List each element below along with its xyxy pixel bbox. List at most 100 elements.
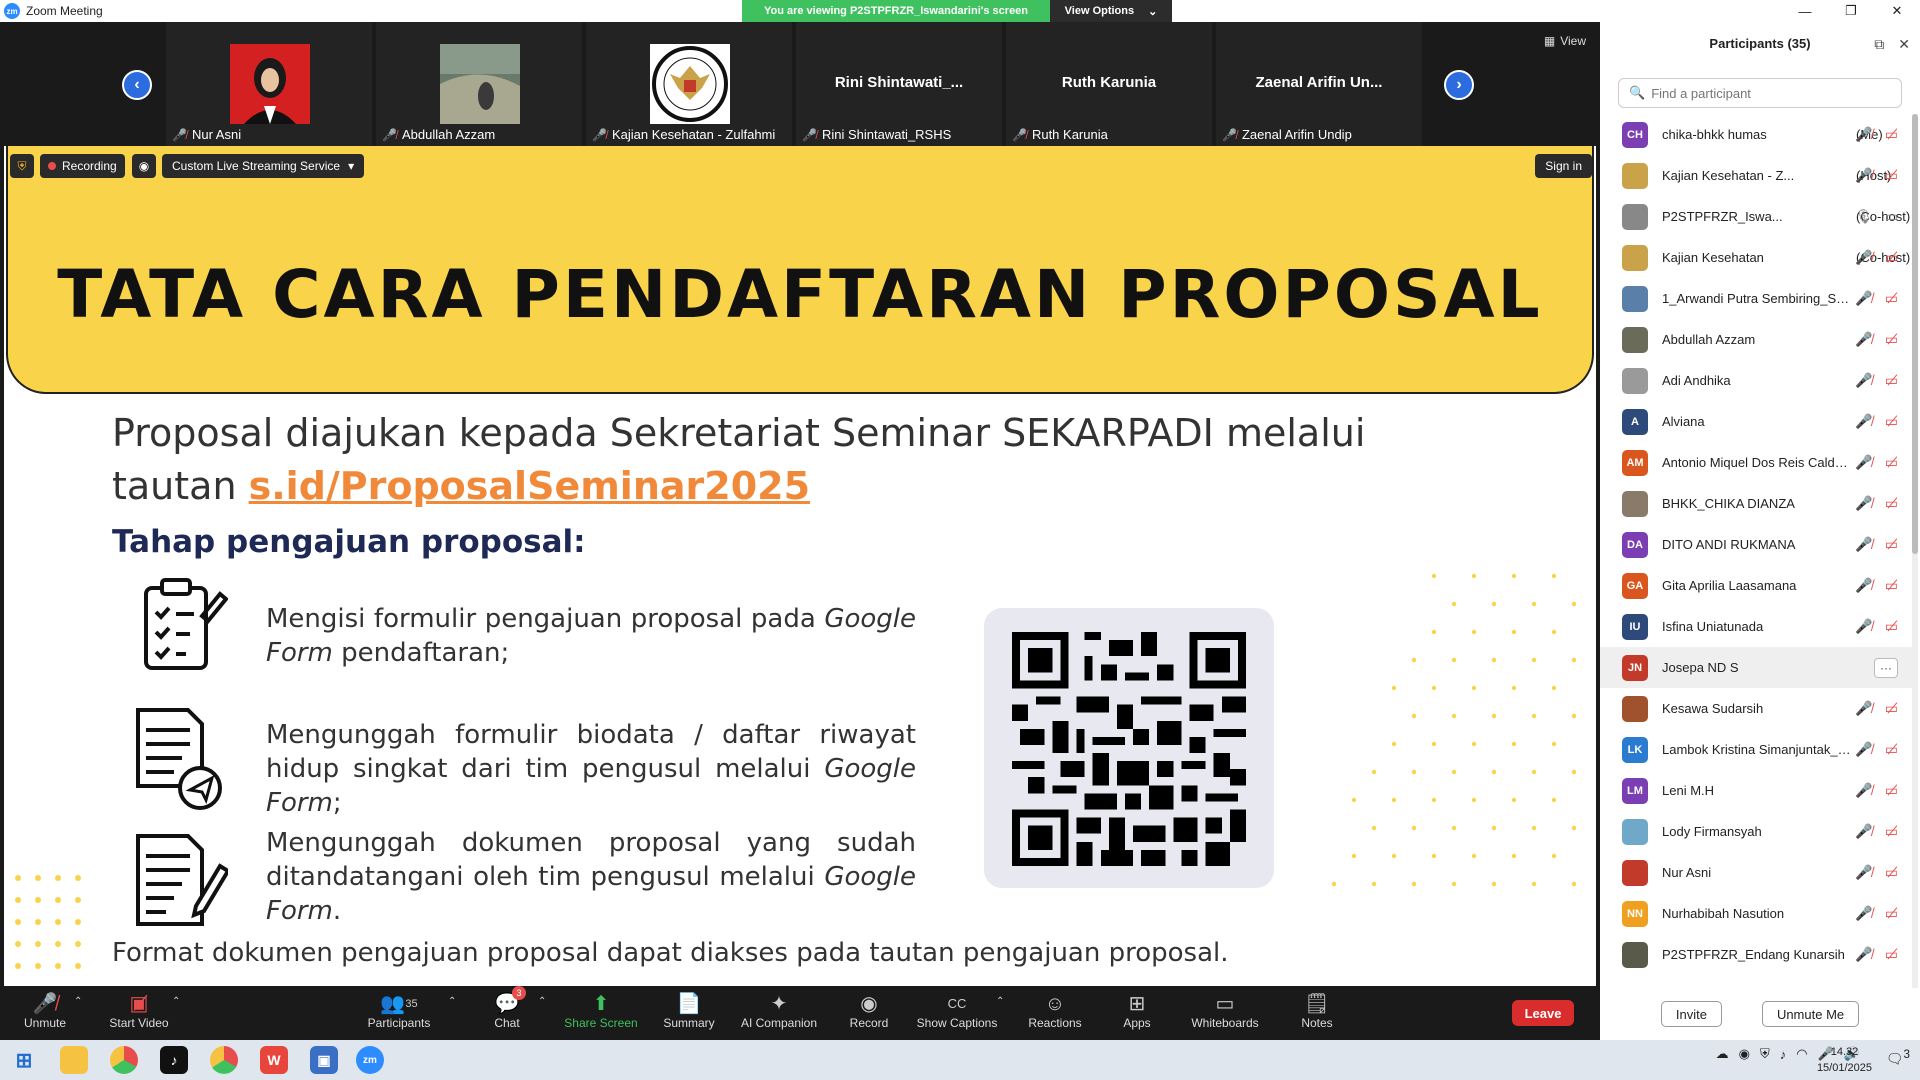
participant-row[interactable]: A Alviana 🎤̸ ▭̸ — [1600, 401, 1912, 442]
video-tile[interactable]: Rini Shintawati_... 🎤̸ Rini Shintawati_RS… — [796, 22, 1004, 146]
participant-row[interactable]: LK Lambok Kristina Simanjuntak_R... 🎤̸ ▭̸ — [1600, 729, 1912, 770]
participant-row[interactable]: BHKK_CHIKA DIANZA 🎤̸ ▭̸ — [1600, 483, 1912, 524]
chrome-profile-icon[interactable] — [210, 1046, 238, 1074]
reactions-button[interactable]: ☺ Reactions — [1012, 992, 1098, 1038]
unmute-me-button[interactable]: Unmute Me — [1761, 1001, 1860, 1027]
participant-row[interactable]: IU Isfina Uniatunada 🎤̸ ▭̸ — [1600, 606, 1912, 647]
search-input[interactable] — [1651, 85, 1892, 101]
whiteboard-icon: ▭ — [1215, 993, 1235, 1015]
security-tray-icon[interactable]: ⛨ — [1760, 1046, 1770, 1062]
participant-row[interactable]: LM Leni M.H 🎤̸ ▭̸ — [1600, 770, 1912, 811]
participant-row[interactable]: Lody Firmansyah 🎤̸ ▭̸ — [1600, 811, 1912, 852]
video-options-caret[interactable]: ⌃ — [172, 996, 180, 1007]
avatar: JN — [1622, 654, 1648, 681]
mic-muted-icon: 🎤̸ — [802, 127, 817, 142]
view-options-button[interactable]: View Options ⌄ — [1050, 0, 1172, 22]
participant-row[interactable]: Nur Asni 🎤̸ ▭̸ — [1600, 852, 1912, 893]
participant-row[interactable]: P2STPFRZR_Iswa... (Co-host) 🎙 ▭ — [1600, 196, 1912, 237]
participant-row[interactable]: P2STPFRZR_Endang Kunarsih 🎤̸ ▭̸ — [1600, 934, 1912, 975]
decorative-dot — [1451, 769, 1457, 775]
live-stream-icon[interactable]: ◉ — [132, 154, 156, 178]
audio-options-caret[interactable]: ⌃ — [74, 996, 82, 1007]
video-off-icon: ▭̸ — [1884, 331, 1898, 347]
participant-row[interactable]: Adi Andhika 🎤̸ ▭̸ — [1600, 360, 1912, 401]
strip-prev-button[interactable]: ‹ — [122, 70, 152, 100]
summary-button[interactable]: 📄 Summary — [646, 992, 732, 1038]
participants-button[interactable]: 👥35 Participants — [356, 992, 442, 1038]
video-tile[interactable]: 🎤̸ Nur Asni — [166, 22, 374, 146]
recording-indicator[interactable]: Recording — [40, 154, 125, 178]
clock[interactable]: 14.32 15/01/2025 — [1817, 1044, 1872, 1076]
security-shield-icon[interactable]: ⛨ — [10, 154, 34, 178]
video-tile[interactable]: Zaenal Arifin Un... 🎤̸ Zaenal Arifin Undi… — [1216, 22, 1424, 146]
participant-name: Lody Firmansyah — [1662, 824, 1762, 839]
panel-scrollbar[interactable] — [1912, 114, 1918, 988]
start-video-button[interactable]: ▣̸ Start Video — [96, 992, 182, 1038]
participant-row[interactable]: Kajian Kesehatan (Co-host) 🎤̸ ▭̸ — [1600, 237, 1912, 278]
leave-button[interactable]: Leave — [1512, 1000, 1574, 1026]
whiteboards-button[interactable]: ▭ Whiteboards — [1182, 992, 1268, 1038]
video-tile[interactable]: 🎤̸ Kajian Kesehatan - Zulfahmi — [586, 22, 794, 146]
video-off-icon: ▭̸ — [1884, 905, 1898, 921]
show-captions-button[interactable]: CC Show Captions — [914, 992, 1000, 1038]
proposal-link: s.id/ProposalSeminar2025 — [248, 464, 811, 508]
notes-button[interactable]: 🗒 Notes — [1274, 992, 1360, 1038]
close-icon[interactable]: ✕ — [1898, 36, 1910, 53]
share-screen-button[interactable]: ⬆ Share Screen — [558, 992, 644, 1038]
mic-muted-icon: 🎤̸ — [1855, 577, 1873, 593]
onedrive-icon[interactable]: ☁ — [1716, 1046, 1729, 1062]
participant-row[interactable]: 1_Arwandi Putra Sembiring_SH... 🎤̸ ▭̸ — [1600, 278, 1912, 319]
participant-row[interactable]: AM Antonio Miquel Dos Reis Calde... 🎤̸ ▭̸ — [1600, 442, 1912, 483]
tile-name-big: Ruth Karunia — [1061, 74, 1157, 91]
zoom-taskbar-icon[interactable]: zm — [356, 1046, 384, 1074]
more-options-button[interactable]: ··· — [1874, 657, 1898, 678]
decorative-dot — [1451, 601, 1457, 607]
apps-button[interactable]: ⊞ Apps — [1094, 992, 1180, 1038]
participant-name: P2STPFRZR_Endang Kunarsih — [1662, 947, 1845, 962]
participant-row[interactable]: Abdullah Azzam 🎤̸ ▭̸ — [1600, 319, 1912, 360]
participant-row[interactable]: Kesawa Sudarsih 🎤̸ ▭̸ — [1600, 688, 1912, 729]
captions-options-caret[interactable]: ⌃ — [996, 996, 1004, 1007]
chat-options-caret[interactable]: ⌃ — [538, 996, 546, 1007]
file-explorer-icon[interactable] — [60, 1046, 88, 1074]
participants-options-caret[interactable]: ⌃ — [448, 996, 456, 1007]
video-tile[interactable]: Ruth Karunia 🎤̸ Ruth Karunia — [1006, 22, 1214, 146]
avatar — [1622, 203, 1648, 230]
participant-search[interactable]: 🔍 — [1618, 78, 1902, 108]
tiktok-icon[interactable]: ♪ — [160, 1046, 188, 1074]
participant-row[interactable]: DA DITO ANDI RUKMANA 🎤̸ ▭̸ — [1600, 524, 1912, 565]
participant-row[interactable]: Kajian Kesehatan - Z... (Host) 🎤̸ ▭̸ — [1600, 155, 1912, 196]
invite-button[interactable]: Invite — [1660, 1001, 1722, 1027]
participant-row[interactable]: GA Gita Aprilia Laasamana 🎤̸ ▭̸ — [1600, 565, 1912, 606]
ai-companion-button[interactable]: ✦ AI Companion — [736, 992, 822, 1038]
mic-muted-icon: 🎤̸ — [1855, 782, 1873, 798]
chrome-icon[interactable] — [110, 1046, 138, 1074]
wps-office-icon[interactable]: W — [260, 1046, 288, 1074]
notification-center[interactable]: 🗨3 — [1886, 1048, 1910, 1068]
windows-start-icon[interactable]: ⊞ — [10, 1046, 38, 1074]
sign-in-button[interactable]: Sign in — [1535, 154, 1592, 178]
image-viewer-icon[interactable]: ▣ — [310, 1046, 338, 1074]
zoom-tray-icon[interactable]: ◉ — [1739, 1046, 1750, 1062]
tile-name: Nur Asni — [191, 127, 242, 142]
record-button[interactable]: ◉ Record — [826, 992, 912, 1038]
video-tile[interactable]: 🎤̸ Abdullah Azzam — [376, 22, 584, 146]
tiktok-tray-icon[interactable]: ♪ — [1780, 1047, 1787, 1062]
wifi-icon[interactable]: ◠ — [1796, 1046, 1807, 1062]
video-off-icon: ▭̸ — [1884, 126, 1898, 142]
decorative-dot — [1471, 629, 1477, 635]
record-dot-icon — [48, 162, 56, 170]
participant-row[interactable]: NN Nurhabibah Nasution 🎤̸ ▭̸ — [1600, 893, 1912, 934]
scroll-thumb[interactable] — [1912, 114, 1918, 554]
decorative-dot — [1551, 797, 1557, 803]
participant-row[interactable]: JN Josepa ND S ··· — [1600, 647, 1912, 688]
strip-next-button[interactable]: › — [1444, 70, 1474, 100]
document-sign-icon — [136, 834, 228, 926]
minimize-icon[interactable]: — — [1782, 0, 1828, 22]
pop-out-icon[interactable]: ⧉ — [1874, 36, 1884, 53]
restore-icon[interactable]: ❐ — [1828, 0, 1874, 22]
participant-row[interactable]: CH chika-bhkk humas (Me) 🎤̸ ▭̸ — [1600, 114, 1912, 155]
view-button[interactable]: ▦ View — [1544, 34, 1586, 48]
live-stream-dropdown[interactable]: Custom Live Streaming Service ▾ — [162, 154, 365, 178]
close-icon[interactable]: ✕ — [1874, 0, 1920, 22]
